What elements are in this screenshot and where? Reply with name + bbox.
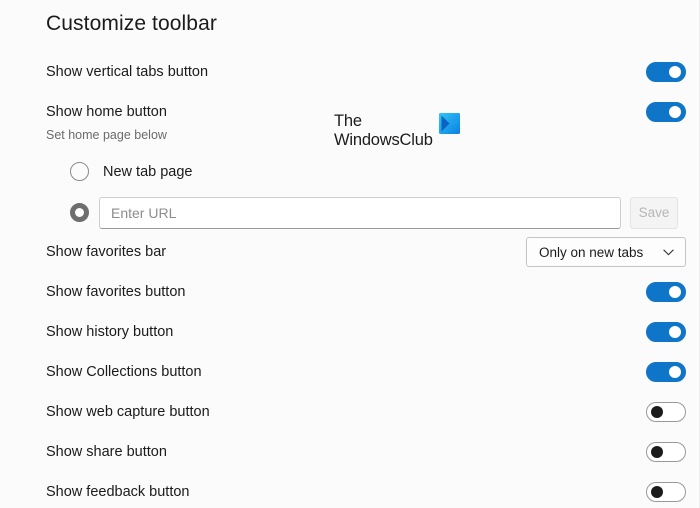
setting-label-show-favorites-bar: Show favorites bar [46, 244, 167, 260]
setting-label-show-history-button: Show history button [46, 324, 174, 340]
setting-row-show-feedback-button: Show feedback button [46, 477, 686, 507]
setting-row-show-home-button: Show home button [46, 97, 686, 127]
toggle-show-feedback-button[interactable] [646, 482, 686, 502]
setting-row-show-collections-button: Show Collections button [46, 357, 686, 387]
setting-label-show-favorites-button: Show favorites button [46, 284, 186, 300]
setting-label-show-web-capture-button: Show web capture button [46, 404, 210, 420]
setting-label-show-share-button: Show share button [46, 444, 167, 460]
toggle-knob [669, 66, 681, 78]
toggle-knob [651, 406, 663, 418]
setting-label-show-feedback-button: Show feedback button [46, 484, 190, 500]
toggle-show-web-capture-button[interactable] [646, 402, 686, 422]
watermark-line-2: WindowsClub [334, 130, 433, 149]
setting-label-show-home-button: Show home button [46, 104, 167, 120]
radio-icon-custom-url[interactable] [70, 203, 89, 222]
toggle-knob [669, 106, 681, 118]
setting-row-show-favorites-bar: Show favorites bar Only on new tabs [46, 237, 686, 267]
toggle-knob [669, 326, 681, 338]
setting-row-show-favorites-button: Show favorites button [46, 277, 686, 307]
toggle-show-vertical-tabs-button[interactable] [646, 62, 686, 82]
radio-option-new-tab-page[interactable]: New tab page [70, 162, 192, 181]
toggle-show-home-button[interactable] [646, 102, 686, 122]
radio-label-new-tab-page: New tab page [103, 163, 193, 180]
toggle-knob [669, 366, 681, 378]
setting-row-show-vertical-tabs-button: Show vertical tabs button [46, 57, 686, 87]
setting-row-show-share-button: Show share button [46, 437, 686, 467]
toggle-show-share-button[interactable] [646, 442, 686, 462]
toggle-show-favorites-button[interactable] [646, 282, 686, 302]
toggle-knob [669, 286, 681, 298]
home-page-url-input[interactable] [99, 197, 621, 229]
home-page-sub-label: Set home page below [46, 128, 167, 142]
toggle-knob [651, 486, 663, 498]
save-button[interactable]: Save [630, 197, 678, 229]
favorites-bar-visibility-dropdown[interactable]: Only on new tabs [526, 237, 686, 267]
customize-toolbar-settings-page: Customize toolbar Show vertical tabs but… [0, 0, 700, 508]
radio-icon-new-tab-page[interactable] [70, 162, 89, 181]
setting-label-show-collections-button: Show Collections button [46, 364, 202, 380]
setting-label-show-vertical-tabs-button: Show vertical tabs button [46, 64, 209, 80]
toggle-knob [651, 446, 663, 458]
page-title: Customize toolbar [46, 12, 217, 35]
favorites-bar-visibility-value: Only on new tabs [539, 244, 644, 260]
setting-row-show-history-button: Show history button [46, 317, 686, 347]
toggle-show-collections-button[interactable] [646, 362, 686, 382]
chevron-down-icon [663, 248, 674, 256]
setting-row-show-web-capture-button: Show web capture button [46, 397, 686, 427]
radio-option-custom-url[interactable] [70, 203, 89, 222]
toggle-show-history-button[interactable] [646, 322, 686, 342]
